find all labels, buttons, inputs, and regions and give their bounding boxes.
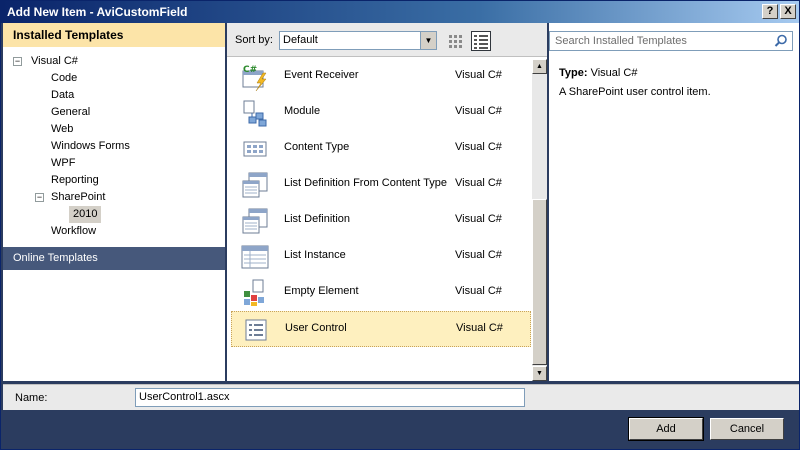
tree-item-visual-csharp[interactable]: Visual C#: [31, 53, 78, 70]
search-icon[interactable]: [774, 34, 788, 48]
template-name: Module: [284, 105, 321, 117]
name-label: Name:: [15, 392, 48, 404]
tree-item-wpf[interactable]: WPF: [51, 155, 75, 172]
online-templates-header[interactable]: Online Templates: [3, 247, 225, 270]
add-new-item-dialog: Add New Item - AviCustomField ? X Instal…: [0, 0, 800, 450]
template-item-list-definition-from-content-type[interactable]: List Definition From Content Type Visual…: [231, 167, 531, 203]
tree-item-reporting[interactable]: Reporting: [51, 172, 99, 189]
list-view-button[interactable]: [471, 31, 491, 51]
collapse-icon[interactable]: −: [35, 193, 44, 202]
small-icons-icon: [449, 35, 462, 48]
list-definition-icon: [242, 208, 268, 234]
dialog-title: Add New Item - AviCustomField: [7, 5, 188, 19]
tree-item-general[interactable]: General: [51, 104, 90, 121]
template-item-empty-element[interactable]: Empty Element Visual C#: [231, 275, 531, 311]
template-language: Visual C#: [455, 69, 502, 81]
type-label: Type:: [559, 67, 588, 79]
svg-text:C#: C#: [243, 65, 257, 75]
collapse-icon[interactable]: −: [13, 57, 22, 66]
template-language: Visual C#: [455, 177, 502, 189]
chevron-down-icon[interactable]: ▼: [420, 32, 436, 49]
template-description: A SharePoint user control item.: [559, 86, 711, 98]
list-definition-icon: [242, 172, 268, 198]
scroll-up-icon[interactable]: ▲: [532, 59, 547, 74]
scroll-thumb[interactable]: [532, 199, 547, 365]
template-language: Visual C#: [455, 213, 502, 225]
search-installed-templates-input[interactable]: Search Installed Templates: [549, 31, 793, 51]
template-name: User Control: [285, 322, 347, 334]
templates-tree-panel: Installed Templates − Visual C# Code Dat…: [3, 23, 225, 381]
event-receiver-icon: C#: [242, 65, 267, 91]
list-toolbar: Sort by: Default ▼: [227, 23, 547, 57]
left-panel-empty: [3, 270, 225, 381]
tree-item-workflow[interactable]: Workflow: [51, 223, 96, 240]
search-placeholder: Search Installed Templates: [555, 35, 687, 47]
help-button[interactable]: ?: [762, 4, 778, 19]
template-item-event-receiver[interactable]: C# Event Receiver Visual C#: [231, 59, 531, 95]
template-name: Event Receiver: [284, 69, 359, 81]
template-name: Content Type: [284, 141, 350, 153]
empty-element-icon: [244, 279, 264, 306]
template-type-row: Type: Visual C#: [559, 67, 637, 79]
template-list: C# Event Receiver Visual C# Module Visua…: [231, 59, 531, 379]
template-name: List Definition: [284, 213, 351, 225]
tree-item-sharepoint[interactable]: SharePoint: [51, 189, 105, 206]
template-language: Visual C#: [455, 105, 502, 117]
close-button[interactable]: X: [780, 4, 796, 19]
add-button[interactable]: Add: [628, 417, 704, 441]
small-icons-view-button[interactable]: [445, 31, 465, 51]
content-type-icon: [243, 141, 267, 157]
user-control-icon: [245, 319, 267, 341]
template-item-module[interactable]: Module Visual C#: [231, 95, 531, 131]
tree-item-code[interactable]: Code: [51, 70, 77, 87]
name-input[interactable]: UserControl1.ascx: [135, 388, 525, 407]
template-item-content-type[interactable]: Content Type Visual C#: [231, 131, 531, 167]
template-language: Visual C#: [455, 285, 502, 297]
type-value: Visual C#: [590, 67, 638, 79]
template-details-panel: Search Installed Templates Type: Visual …: [549, 23, 799, 381]
tree-item-windows-forms[interactable]: Windows Forms: [51, 138, 130, 155]
tree-item-web[interactable]: Web: [51, 121, 73, 138]
details-list-icon: [474, 35, 488, 49]
title-bar: Add New Item - AviCustomField ? X: [1, 1, 799, 23]
template-item-list-definition[interactable]: List Definition Visual C#: [231, 203, 531, 239]
tree-item-2010[interactable]: 2010: [69, 206, 102, 223]
template-list-scrollbar[interactable]: ▲ ▼: [532, 59, 547, 381]
list-instance-icon: [241, 245, 269, 269]
template-language: Visual C#: [456, 322, 503, 334]
template-name: List Definition From Content Type: [284, 177, 448, 189]
template-language: Visual C#: [455, 141, 502, 153]
scroll-down-icon[interactable]: ▼: [532, 366, 547, 381]
module-icon: [243, 100, 267, 127]
tree-item-data[interactable]: Data: [51, 87, 74, 104]
sort-by-value: Default: [283, 34, 318, 46]
name-row: Name: UserControl1.ascx: [3, 384, 799, 410]
template-item-list-instance[interactable]: List Instance Visual C#: [231, 239, 531, 275]
template-language: Visual C#: [455, 249, 502, 261]
sort-by-select[interactable]: Default ▼: [279, 31, 437, 50]
installed-templates-header[interactable]: Installed Templates: [3, 23, 225, 47]
cancel-button[interactable]: Cancel: [710, 418, 784, 440]
template-item-user-control[interactable]: User Control Visual C#: [231, 311, 531, 347]
template-name: List Instance: [284, 249, 346, 261]
template-name: Empty Element: [284, 285, 359, 297]
sort-by-label: Sort by:: [235, 34, 273, 46]
templates-list-panel: Sort by: Default ▼ C# Event Receiver Vis…: [227, 23, 547, 381]
